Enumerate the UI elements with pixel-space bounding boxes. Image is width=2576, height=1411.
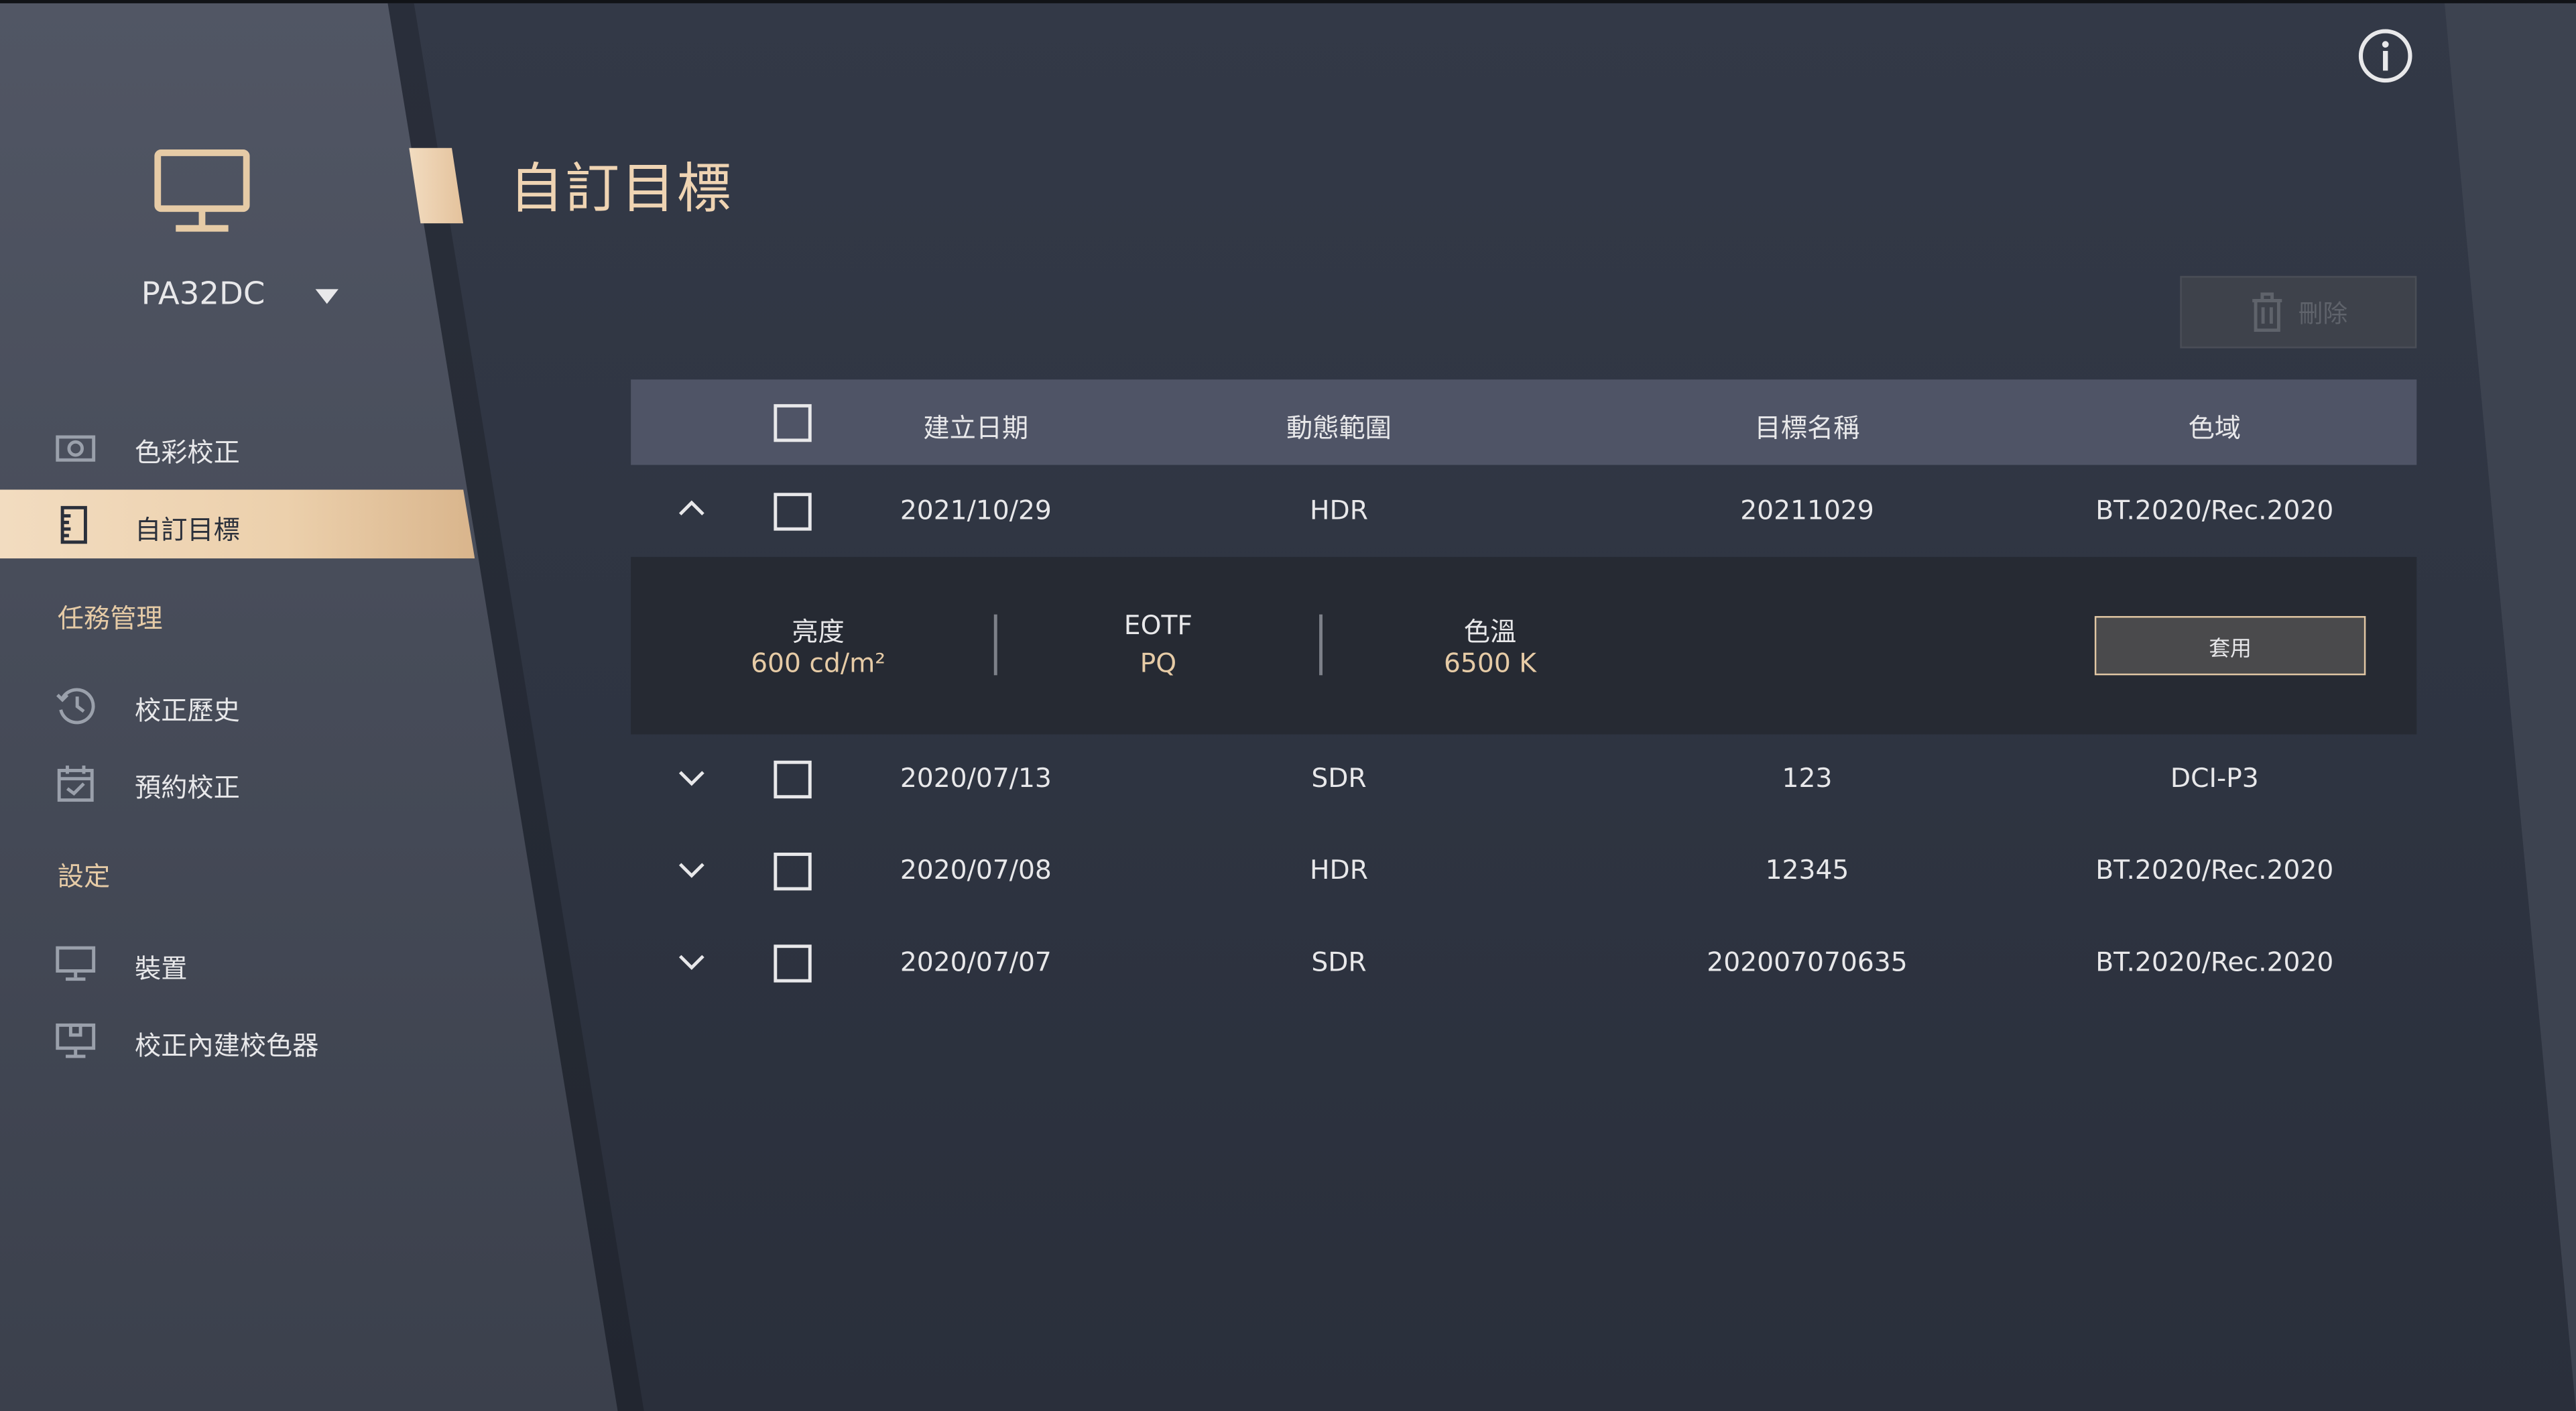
- eotf-value: PQ: [1140, 647, 1177, 679]
- chevron-down-icon[interactable]: [677, 769, 707, 788]
- column-header-date[interactable]: 建立日期: [923, 406, 1028, 445]
- monitor-calibrator-icon: [56, 1023, 96, 1058]
- sidebar-item-device[interactable]: 裝置: [0, 928, 460, 997]
- table-row[interactable]: 2020/07/08 HDR 12345 BT.2020/Rec.2020: [631, 824, 2416, 916]
- cell-name: 20211029: [1740, 494, 1874, 526]
- cell-gamut: BT.2020/Rec.2020: [2095, 854, 2334, 886]
- row-checkbox[interactable]: [774, 493, 812, 531]
- cell-gamut: DCI-P3: [2170, 762, 2259, 794]
- cell-gamut: BT.2020/Rec.2020: [2095, 946, 2334, 978]
- brightness-label: 亮度: [792, 616, 845, 648]
- cell-gamut: BT.2020/Rec.2020: [2095, 494, 2334, 526]
- section-settings: 設定: [57, 861, 111, 892]
- sidebar-item-label: 色彩校正: [134, 436, 240, 469]
- row-detail-panel: 亮度 600 cd/m² EOTF PQ 色溫 6500 K 套用: [631, 556, 2417, 735]
- color-temp-value: 6500 K: [1443, 647, 1536, 679]
- sidebar-item-builtin-calibrator[interactable]: 校正內建校色器: [0, 1005, 460, 1075]
- delete-button-label: 刪除: [2298, 298, 2348, 328]
- row-checkbox[interactable]: [774, 944, 812, 983]
- cell-range: HDR: [1310, 494, 1368, 526]
- color-temp-label: 色溫: [1463, 616, 1517, 648]
- row-checkbox[interactable]: [774, 760, 812, 799]
- page-title: 自訂目標: [509, 156, 733, 221]
- camera-icon: [56, 435, 96, 462]
- column-header-gamut[interactable]: 色域: [2189, 406, 2241, 445]
- cell-date: 2020/07/07: [900, 946, 1052, 978]
- cell-range: SDR: [1311, 946, 1367, 978]
- info-icon[interactable]: [2357, 28, 2413, 84]
- chevron-down-icon[interactable]: [315, 289, 339, 304]
- sidebar-item-label: 裝置: [134, 953, 188, 985]
- monitor-icon: [56, 946, 96, 981]
- trash-icon: [2252, 292, 2282, 332]
- sidebar-item-label: 自訂目標: [134, 514, 240, 546]
- sidebar-item-label: 校正歷史: [134, 694, 240, 727]
- brightness-value: 600 cd/m²: [751, 647, 885, 679]
- cell-date: 2020/07/13: [900, 762, 1052, 794]
- history-icon: [56, 688, 95, 725]
- eotf-label: EOTF: [1123, 609, 1192, 641]
- cell-name: 12345: [1765, 854, 1849, 886]
- chevron-up-icon[interactable]: [677, 498, 707, 517]
- divider: [1319, 614, 1323, 676]
- sidebar-item-color-calibration[interactable]: 色彩校正: [0, 412, 460, 481]
- divider: [993, 614, 997, 676]
- cell-range: SDR: [1311, 762, 1367, 794]
- column-header-range[interactable]: 動態範圍: [1286, 406, 1392, 445]
- table-header: 建立日期 動態範圍 目標名稱 色域: [631, 379, 2417, 465]
- cell-range: HDR: [1310, 854, 1368, 886]
- sidebar-item-label: 預約校正: [134, 772, 240, 804]
- table-row[interactable]: 2021/10/29 HDR 20211029 BT.2020/Rec.2020: [631, 465, 2416, 557]
- delete-button[interactable]: 刪除: [2180, 275, 2417, 349]
- sidebar-item-calibration-history[interactable]: 校正歷史: [0, 670, 460, 739]
- device-name[interactable]: PA32DC: [141, 276, 265, 312]
- app-window: PA32DC 色彩校正 自訂目標 任務管理 校正歷史 預約校正 設定 裝置 校正…: [0, 0, 2576, 1411]
- apply-button[interactable]: 套用: [2094, 616, 2366, 676]
- chevron-down-icon[interactable]: [677, 953, 707, 973]
- cell-name: 202007070635: [1707, 946, 1908, 978]
- column-header-name[interactable]: 目標名稱: [1755, 406, 1860, 445]
- calendar-check-icon: [57, 765, 94, 802]
- cell-name: 123: [1782, 762, 1833, 794]
- ruler-doc-icon: [60, 505, 87, 544]
- chevron-down-icon[interactable]: [677, 861, 707, 880]
- table-row[interactable]: 2020/07/07 SDR 202007070635 BT.2020/Rec.…: [631, 917, 2416, 1009]
- sidebar-item-custom-target[interactable]: 自訂目標: [0, 489, 475, 559]
- row-checkbox[interactable]: [774, 853, 812, 891]
- cell-date: 2020/07/08: [900, 854, 1052, 886]
- monitor-icon: [154, 149, 250, 232]
- section-task-management: 任務管理: [57, 603, 163, 635]
- cell-date: 2021/10/29: [900, 494, 1052, 526]
- table-row[interactable]: 2020/07/13 SDR 123 DCI-P3: [631, 733, 2416, 824]
- sidebar-item-scheduled-calibration[interactable]: 預約校正: [0, 747, 460, 816]
- sidebar-item-label: 校正內建校色器: [134, 1030, 319, 1062]
- select-all-checkbox[interactable]: [774, 404, 812, 442]
